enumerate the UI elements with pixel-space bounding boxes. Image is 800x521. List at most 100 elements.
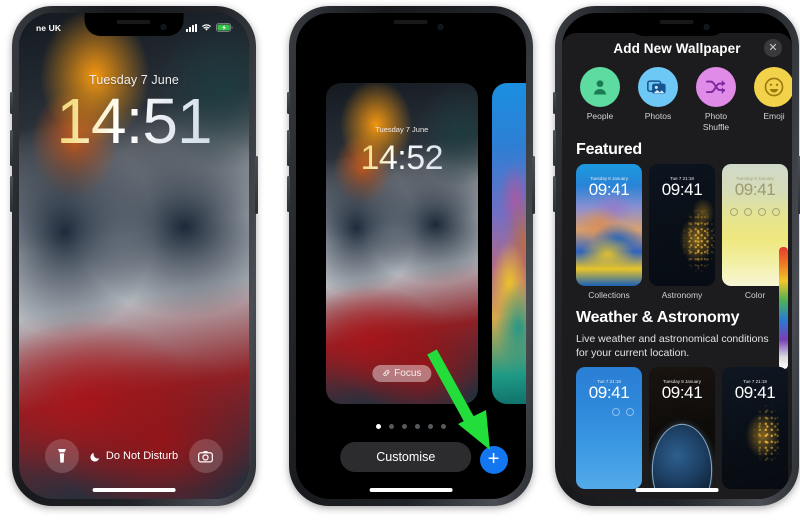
phone-2-screen: Tuesday 7 June 14:52 Focus Customise + bbox=[296, 13, 526, 499]
thumb-time: 09:41 bbox=[734, 382, 776, 402]
page-dot-2[interactable] bbox=[389, 423, 394, 429]
phone-2-wallpaper-switcher: Tuesday 7 June 14:52 Focus Customise + bbox=[287, 6, 535, 506]
featured-thumbnails[interactable]: Tuesday 8 January 09:41 Collections Tue … bbox=[562, 164, 792, 300]
thumb-widget-icons bbox=[722, 208, 788, 217]
thumb-label: Collections bbox=[588, 290, 630, 301]
category-label: Photo Shuffle bbox=[702, 111, 730, 132]
page-dot-4[interactable] bbox=[415, 423, 420, 429]
featured-item-astronomy[interactable]: Tue 7 21:18 09:41 Astronomy bbox=[649, 164, 715, 300]
close-icon[interactable]: ✕ bbox=[764, 39, 782, 57]
category-label: People bbox=[586, 111, 614, 121]
page-dots[interactable] bbox=[296, 423, 526, 429]
camera-icon bbox=[198, 450, 214, 463]
camera-button[interactable] bbox=[188, 439, 223, 473]
thumb-time: 09:41 bbox=[734, 180, 776, 200]
side-button[interactable] bbox=[255, 156, 258, 214]
mute-switch[interactable] bbox=[287, 92, 290, 114]
home-indicator[interactable] bbox=[635, 488, 719, 492]
home-indicator[interactable] bbox=[369, 488, 453, 492]
flashlight-button[interactable] bbox=[45, 439, 79, 473]
wa-item-weather[interactable]: Tue 7 21:18 09:41 bbox=[576, 366, 642, 489]
mute-switch[interactable] bbox=[553, 92, 556, 114]
category-photo-shuffle[interactable]: Photo Shuffle bbox=[692, 67, 740, 132]
add-new-wallpaper-sheet: Add New Wallpaper ✕ People Photos Photo … bbox=[562, 33, 792, 499]
weather-astronomy-subtitle: Live weather and astronomical conditions… bbox=[576, 333, 769, 360]
notch bbox=[627, 13, 727, 36]
wa-item-earth-detail[interactable]: Tue 7 21:18 09:41 bbox=[722, 366, 788, 489]
wallpaper-thumbnail[interactable]: Tue 7 21:18 09:41 bbox=[649, 164, 715, 287]
featured-item-collections[interactable]: Tuesday 8 January 09:41 Collections bbox=[576, 164, 642, 300]
preview-time: 14:52 bbox=[326, 141, 478, 175]
moon-icon bbox=[90, 452, 100, 462]
add-wallpaper-button[interactable]: + bbox=[479, 445, 508, 474]
flashlight-icon bbox=[58, 449, 66, 463]
front-camera-icon bbox=[437, 24, 444, 30]
focus-status: Do Not Disturb bbox=[90, 450, 178, 462]
category-label: Emoji bbox=[763, 111, 785, 121]
focus-pill-label: Focus bbox=[394, 367, 422, 379]
thumb-widget-icons bbox=[576, 408, 642, 417]
category-emoji[interactable]: Emoji bbox=[750, 67, 792, 132]
phone-1-lock-screen: ne UK Tuesday 7 June 14:51 Do Not Distur… bbox=[10, 6, 258, 506]
photos-icon bbox=[638, 67, 678, 107]
page-dot-5[interactable] bbox=[428, 423, 433, 429]
featured-section-title: Featured bbox=[576, 141, 642, 159]
page-dot-3[interactable] bbox=[402, 423, 407, 429]
battery-charging-icon bbox=[216, 23, 233, 32]
category-people[interactable]: People bbox=[576, 67, 624, 132]
screenshot-stage: ne UK Tuesday 7 June 14:51 Do Not Distur… bbox=[0, 0, 800, 521]
weather-astronomy-section-title: Weather & Astronomy bbox=[576, 309, 740, 327]
cellular-bars-icon bbox=[186, 23, 197, 32]
person-icon bbox=[580, 67, 620, 107]
volume-up-button[interactable] bbox=[287, 130, 290, 166]
focus-status-label: Do Not Disturb bbox=[105, 450, 179, 462]
carrier-label: ne UK bbox=[36, 22, 62, 33]
earpiece-speaker bbox=[659, 20, 694, 24]
side-button[interactable] bbox=[532, 156, 535, 214]
phone-3-screen: Add New Wallpaper ✕ People Photos Photo … bbox=[562, 13, 792, 499]
status-bar: ne UK bbox=[19, 13, 249, 36]
page-dot-1[interactable] bbox=[376, 423, 381, 429]
weather-astronomy-thumbnails[interactable]: Tue 7 21:18 09:41 Tuesday 8 January 09:4… bbox=[562, 366, 792, 489]
home-indicator[interactable] bbox=[92, 488, 176, 492]
notch bbox=[361, 13, 461, 36]
lock-quick-actions: Do Not Disturb bbox=[19, 439, 249, 473]
phone-1-screen: ne UK Tuesday 7 June 14:51 Do Not Distur… bbox=[19, 13, 249, 499]
wa-item-earth[interactable]: Tuesday 8 January 09:41 bbox=[649, 366, 715, 489]
category-photos[interactable]: Photos bbox=[634, 67, 682, 132]
preview-date: Tuesday 7 June bbox=[375, 125, 429, 135]
phone-3-add-wallpaper: Add New Wallpaper ✕ People Photos Photo … bbox=[553, 6, 800, 506]
featured-item-pride-peek[interactable] bbox=[779, 247, 788, 369]
thumb-label: Astronomy bbox=[661, 290, 703, 301]
thumb-time: 09:41 bbox=[588, 180, 630, 200]
sheet-title: Add New Wallpaper bbox=[613, 40, 741, 56]
wallpaper-card-next[interactable] bbox=[491, 83, 526, 405]
front-camera-icon bbox=[703, 24, 710, 30]
volume-down-button[interactable] bbox=[10, 176, 13, 212]
volume-down-button[interactable] bbox=[287, 176, 290, 212]
pride-wallpaper bbox=[779, 247, 788, 369]
customise-button[interactable]: Customise bbox=[340, 442, 472, 473]
sheet-header: Add New Wallpaper ✕ bbox=[562, 33, 792, 63]
thumb-time: 09:41 bbox=[588, 382, 630, 402]
wallpaper-card-current[interactable]: Tuesday 7 June 14:52 Focus bbox=[325, 83, 478, 405]
shuffle-icon bbox=[696, 67, 736, 107]
mute-switch[interactable] bbox=[10, 92, 13, 114]
wallpaper-thumbnail[interactable]: Tuesday 8 January 09:41 bbox=[576, 164, 642, 287]
earpiece-speaker bbox=[393, 20, 428, 24]
category-row[interactable]: People Photos Photo Shuffle Emoji bbox=[562, 63, 792, 132]
volume-up-button[interactable] bbox=[10, 130, 13, 166]
wallpaper-thumbnail[interactable]: Tue 7 21:18 09:41 bbox=[576, 366, 642, 489]
focus-link-icon bbox=[383, 370, 390, 377]
lock-time: 14:51 bbox=[19, 89, 249, 153]
wallpaper-thumbnail[interactable]: Tue 7 21:18 09:41 bbox=[722, 366, 788, 489]
focus-pill[interactable]: Focus bbox=[372, 364, 432, 382]
wallpaper-thumbnail[interactable]: Tuesday 8 January 09:41 bbox=[649, 366, 715, 489]
smiley-icon bbox=[754, 67, 792, 107]
thumb-time: 09:41 bbox=[661, 180, 703, 200]
category-label: Photos bbox=[644, 111, 672, 121]
page-dot-6[interactable] bbox=[441, 423, 446, 429]
volume-down-button[interactable] bbox=[553, 176, 556, 212]
wifi-icon bbox=[202, 24, 211, 31]
volume-up-button[interactable] bbox=[553, 130, 556, 166]
